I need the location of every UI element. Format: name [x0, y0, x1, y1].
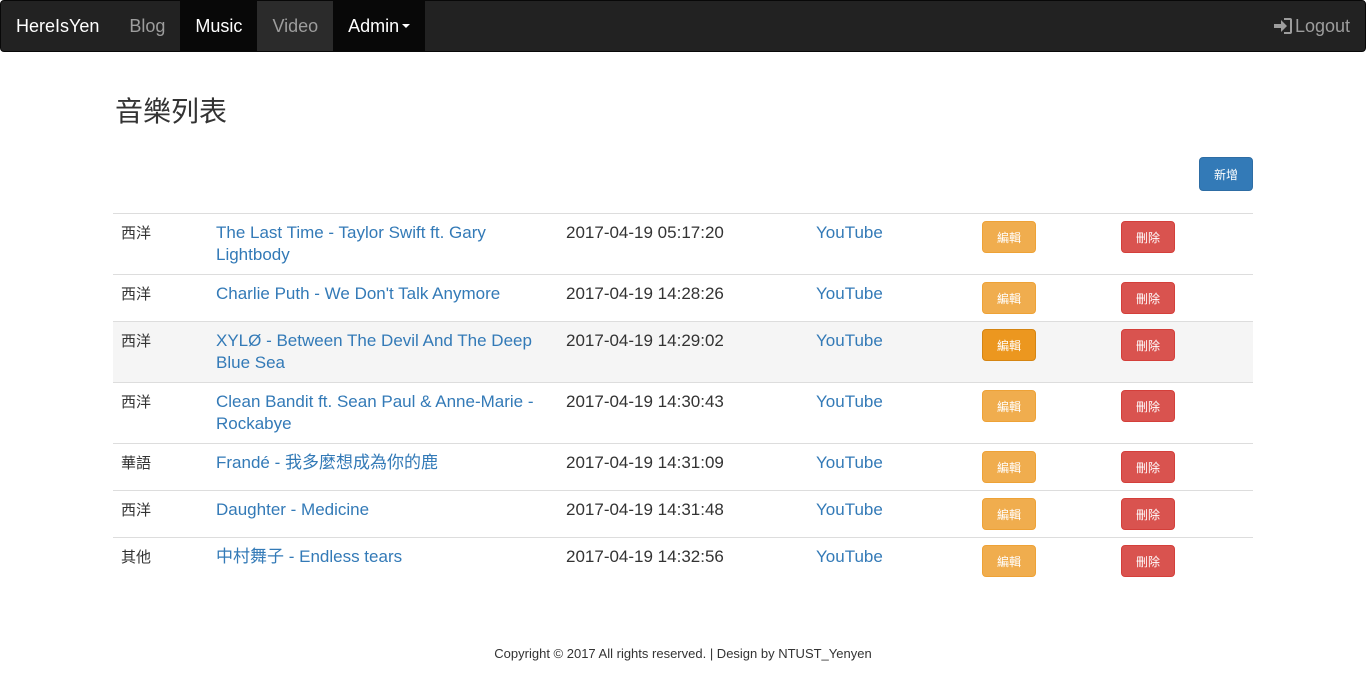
nav-item-video[interactable]: Video: [257, 1, 334, 51]
category-cell: 西洋: [113, 382, 208, 444]
table-row: 華語 Frandé - 我多麼想成為你的鹿 2017-04-19 14:31:0…: [113, 443, 1253, 491]
logout-label: Logout: [1294, 15, 1350, 36]
youtube-link[interactable]: YouTube: [816, 331, 883, 350]
title-link[interactable]: XYLØ - Between The Devil And The Deep Bl…: [216, 331, 532, 372]
delete-button[interactable]: 刪除: [1121, 221, 1175, 253]
table-row: 西洋 Clean Bandit ft. Sean Paul & Anne-Mar…: [113, 382, 1253, 444]
table-row: 西洋 The Last Time - Taylor Swift ft. Gary…: [113, 213, 1253, 275]
delete-button[interactable]: 刪除: [1121, 545, 1175, 577]
category-cell: 西洋: [113, 490, 208, 538]
nav-item-music[interactable]: Music: [180, 1, 258, 51]
category-cell: 華語: [113, 443, 208, 491]
edit-button[interactable]: 編輯: [982, 498, 1036, 530]
date-cell: 2017-04-19 14:32:56: [558, 537, 808, 584]
youtube-link[interactable]: YouTube: [816, 284, 883, 303]
delete-button[interactable]: 刪除: [1121, 498, 1175, 530]
date-cell: 2017-04-19 05:17:20: [558, 213, 808, 275]
date-cell: 2017-04-19 14:30:43: [558, 382, 808, 444]
navbar-spacer: [425, 1, 1273, 51]
category-cell: 西洋: [113, 274, 208, 322]
title-link[interactable]: Daughter - Medicine: [216, 500, 369, 519]
title-link[interactable]: Frandé - 我多麼想成為你的鹿: [216, 453, 438, 472]
delete-button[interactable]: 刪除: [1121, 329, 1175, 361]
table-row: 西洋 Charlie Puth - We Don't Talk Anymore …: [113, 274, 1253, 322]
youtube-link[interactable]: YouTube: [816, 223, 883, 242]
youtube-link[interactable]: YouTube: [816, 392, 883, 411]
title-link[interactable]: The Last Time - Taylor Swift ft. Gary Li…: [216, 223, 486, 264]
category-cell: 西洋: [113, 213, 208, 275]
edit-button[interactable]: 編輯: [982, 451, 1036, 483]
title-link[interactable]: Clean Bandit ft. Sean Paul & Anne-Marie …: [216, 392, 534, 433]
brand-link[interactable]: HereIsYen: [1, 1, 114, 51]
nav-item-admin-label: Admin: [348, 15, 400, 36]
date-cell: 2017-04-19 14:31:48: [558, 490, 808, 538]
footer-copyright: Copyright © 2017 All rights reserved. | …: [494, 646, 872, 661]
title-link[interactable]: 中村舞子 - Endless tears: [216, 547, 402, 566]
youtube-link[interactable]: YouTube: [816, 547, 883, 566]
delete-button[interactable]: 刪除: [1121, 282, 1175, 314]
category-cell: 西洋: [113, 321, 208, 383]
date-cell: 2017-04-19 14:31:09: [558, 443, 808, 491]
title-link[interactable]: Charlie Puth - We Don't Talk Anymore: [216, 284, 500, 303]
edit-button[interactable]: 編輯: [982, 282, 1036, 314]
table-row: 其他 中村舞子 - Endless tears 2017-04-19 14:32…: [113, 537, 1253, 584]
nav-item-admin-dropdown[interactable]: Admin: [333, 1, 426, 51]
delete-button[interactable]: 刪除: [1121, 451, 1175, 483]
edit-button[interactable]: 編輯: [982, 329, 1036, 361]
youtube-link[interactable]: YouTube: [816, 453, 883, 472]
nav-item-blog[interactable]: Blog: [114, 1, 180, 51]
music-table: 西洋 The Last Time - Taylor Swift ft. Gary…: [113, 213, 1253, 584]
edit-button[interactable]: 編輯: [982, 221, 1036, 253]
top-navbar: HereIsYen Blog Music Video Admin Logout: [0, 0, 1366, 52]
table-row: 西洋 Daughter - Medicine 2017-04-19 14:31:…: [113, 490, 1253, 538]
delete-button[interactable]: 刪除: [1121, 390, 1175, 422]
edit-button[interactable]: 編輯: [982, 545, 1036, 577]
table-row: 西洋 XYLØ - Between The Devil And The Deep…: [113, 321, 1253, 383]
category-cell: 其他: [113, 537, 208, 584]
add-music-button[interactable]: 新增: [1199, 157, 1253, 191]
page-title: 音樂列表: [115, 95, 228, 128]
caret-down-icon: [402, 24, 411, 28]
log-in-icon: [1273, 18, 1292, 34]
edit-button[interactable]: 編輯: [982, 390, 1036, 422]
date-cell: 2017-04-19 14:29:02: [558, 321, 808, 383]
logout-link[interactable]: Logout: [1273, 1, 1365, 51]
date-cell: 2017-04-19 14:28:26: [558, 274, 808, 322]
youtube-link[interactable]: YouTube: [816, 500, 883, 519]
